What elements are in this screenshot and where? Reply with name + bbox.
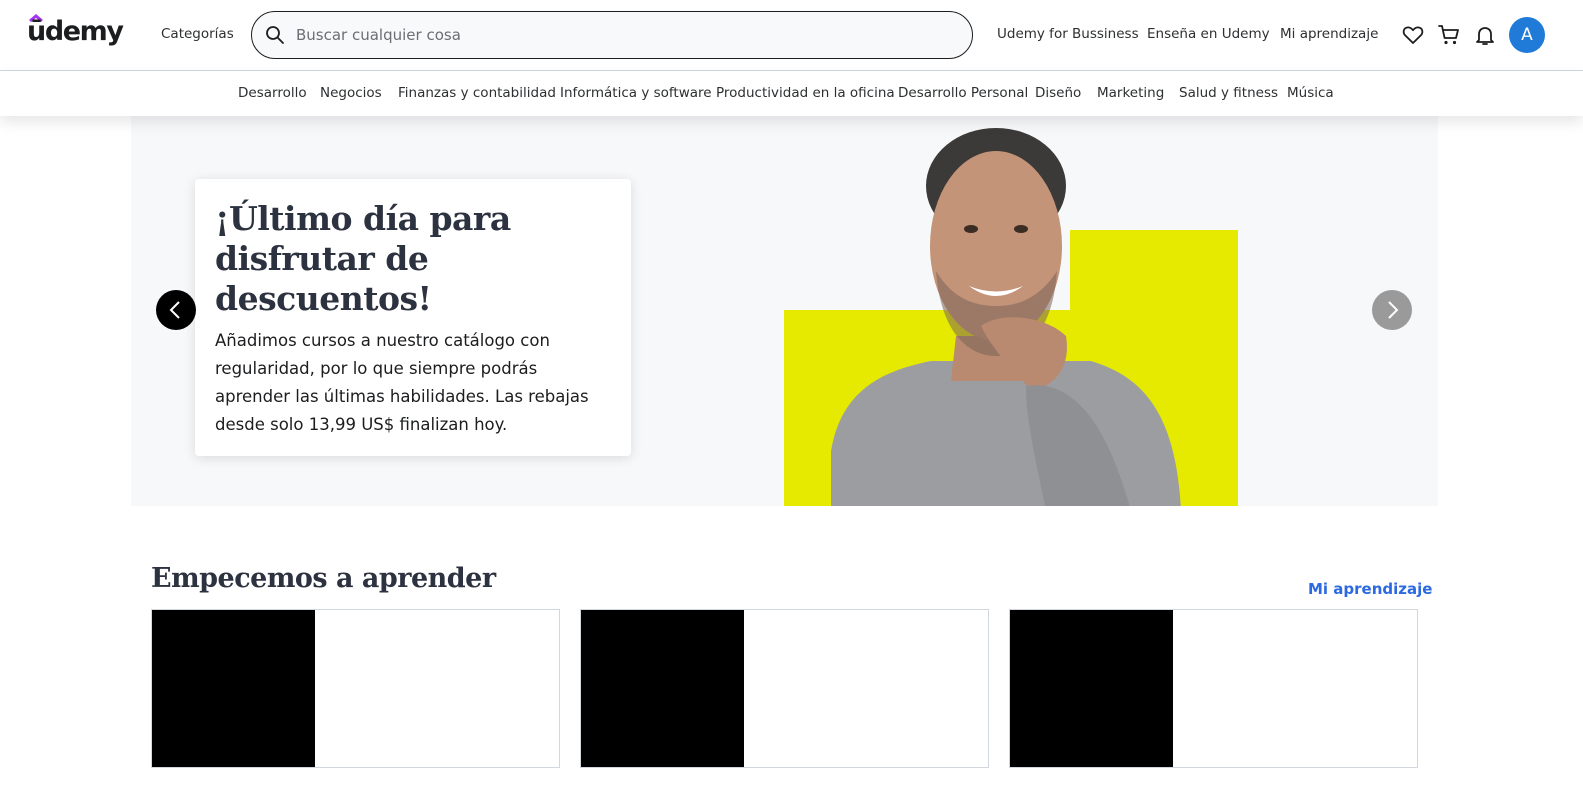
my-learning-section-link[interactable]: Mi aprendizaje — [1308, 580, 1432, 598]
course-thumbnail — [1010, 610, 1173, 767]
chevron-right-icon — [1388, 301, 1399, 319]
logo-wordmark: ūdemy — [27, 16, 124, 47]
top-header: ūdemy Categorías Udemy for Bussiness Ens… — [0, 0, 1583, 71]
category-item-marketing[interactable]: Marketing — [1097, 85, 1164, 101]
category-item-diseno[interactable]: Diseño — [1035, 85, 1081, 101]
heart-icon[interactable] — [1401, 23, 1425, 47]
my-learning-link[interactable]: Mi aprendizaje — [1280, 26, 1378, 42]
category-item-negocios[interactable]: Negocios — [320, 85, 382, 101]
hero-description: Añadimos cursos a nuestro catálogo con r… — [215, 331, 589, 434]
course-thumbnail — [152, 610, 315, 767]
category-item-desarrollo[interactable]: Desarrollo — [238, 85, 307, 101]
course-card[interactable] — [580, 609, 989, 768]
bell-icon[interactable] — [1473, 23, 1497, 47]
chevron-left-icon — [169, 301, 180, 319]
category-nav: Desarrollo Negocios Finanzas y contabili… — [0, 71, 1583, 116]
hero-title: ¡Último día para disfrutar de descuentos… — [215, 199, 511, 318]
user-avatar[interactable]: A — [1509, 17, 1545, 53]
section-title: Empecemos a aprender — [151, 563, 496, 594]
category-item-desarrollo-personal[interactable]: Desarrollo Personal — [898, 85, 1028, 101]
cart-icon[interactable] — [1437, 23, 1461, 47]
category-item-productividad[interactable]: Productividad en la oficina — [716, 85, 895, 101]
category-item-finanzas[interactable]: Finanzas y contabilidad — [398, 85, 556, 101]
category-item-salud[interactable]: Salud y fitness — [1179, 85, 1278, 101]
carousel-prev-button[interactable] — [156, 290, 196, 330]
course-card[interactable] — [1009, 609, 1418, 768]
search-icon[interactable] — [265, 25, 285, 45]
udemy-business-link[interactable]: Udemy for Bussiness — [997, 26, 1139, 42]
course-thumbnail — [581, 610, 744, 767]
carousel-next-button[interactable] — [1372, 290, 1412, 330]
search-bar[interactable] — [251, 11, 973, 59]
category-item-musica[interactable]: Música — [1287, 85, 1334, 101]
teach-on-udemy-link[interactable]: Enseña en Udemy — [1147, 26, 1270, 42]
course-card[interactable] — [151, 609, 560, 768]
category-item-informatica[interactable]: Informática y software — [560, 85, 712, 101]
hero-promo-card: ¡Último día para disfrutar de descuentos… — [195, 179, 631, 456]
categories-menu[interactable]: Categorías — [161, 26, 234, 42]
hero-person-image — [831, 128, 1181, 506]
search-input[interactable] — [296, 12, 956, 58]
udemy-logo[interactable]: ūdemy — [27, 14, 124, 50]
